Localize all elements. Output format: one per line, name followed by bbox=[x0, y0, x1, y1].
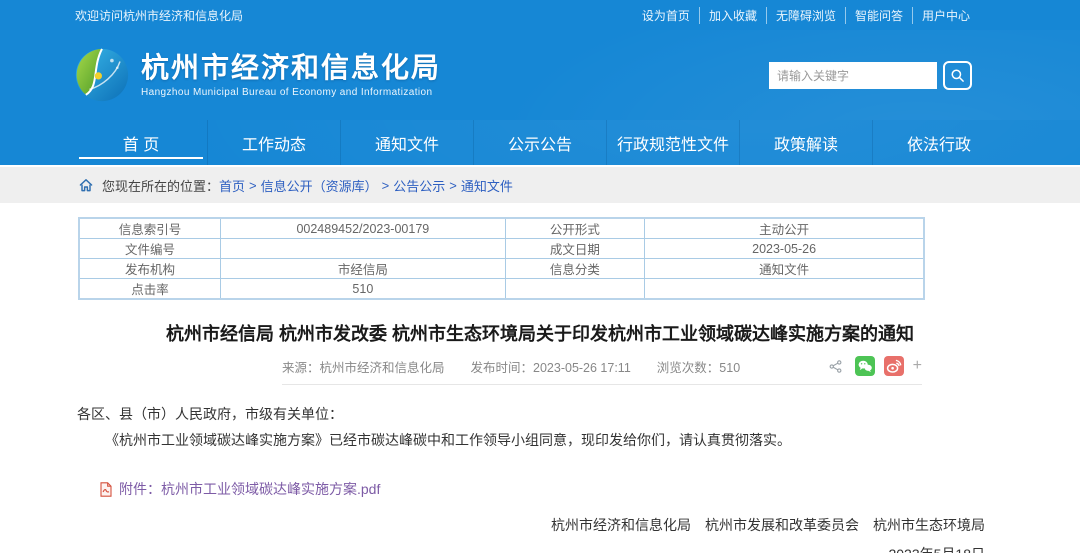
search-button[interactable] bbox=[943, 61, 972, 90]
nav-item-notice-documents[interactable]: 通知文件 bbox=[340, 120, 473, 165]
pdf-file-icon bbox=[99, 482, 113, 497]
article-content: 杭州市经信局 杭州市发改委 杭州市生态环境局关于印发杭州市工业领域碳达峰实施方案… bbox=[0, 320, 1080, 553]
more-share-options-icon[interactable]: + bbox=[913, 358, 922, 374]
article-body: 各区、县（市）人民政府，市级有关单位： 《杭州市工业领域碳达峰实施方案》已经市碳… bbox=[77, 401, 1003, 453]
breadcrumb: 您现在所在的位置： 首页 > 信息公开（资源库） > 公告公示 > 通知文件 bbox=[0, 167, 1080, 203]
info-label-disclosure-form: 公开形式 bbox=[505, 218, 645, 239]
attachment-row: 附件：杭州市工业领域碳达峰实施方案.pdf bbox=[77, 479, 1003, 499]
nav-item-administrative-normative-documents[interactable]: 行政规范性文件 bbox=[606, 120, 739, 165]
article-view-count: 浏览次数：510 bbox=[657, 357, 740, 376]
breadcrumb-prefix: 您现在所在的位置： bbox=[102, 176, 219, 195]
site-brand: 杭州市经济和信息化局 Hangzhou Municipal Bureau of … bbox=[75, 48, 441, 102]
info-label-issue-date: 成文日期 bbox=[505, 239, 645, 259]
link-user-center[interactable]: 用户中心 bbox=[913, 7, 970, 24]
info-value-document-number bbox=[221, 239, 505, 259]
info-label-document-number: 文件编号 bbox=[79, 239, 221, 259]
info-value-index-number: 002489452/2023-00179 bbox=[221, 218, 505, 239]
info-value-issuing-agency: 市经信局 bbox=[221, 259, 505, 279]
info-value-click-rate: 510 bbox=[221, 279, 505, 300]
table-row: 信息索引号 002489452/2023-00179 公开形式 主动公开 bbox=[79, 218, 924, 239]
brand-text: 杭州市经济和信息化局 Hangzhou Municipal Bureau of … bbox=[141, 52, 441, 97]
breadcrumb-separator: > bbox=[382, 178, 390, 193]
nav-item-public-announcements[interactable]: 公示公告 bbox=[473, 120, 606, 165]
breadcrumb-link-home[interactable]: 首页 bbox=[219, 176, 245, 195]
search-input[interactable] bbox=[769, 62, 937, 89]
info-label-empty bbox=[505, 279, 645, 300]
top-utility-bar: 欢迎访问杭州市经济和信息化局 设为首页 加入收藏 无障碍浏览 智能问答 用户中心 bbox=[0, 0, 1080, 30]
table-row: 发布机构 市经信局 信息分类 通知文件 bbox=[79, 259, 924, 279]
table-row: 点击率 510 bbox=[79, 279, 924, 300]
share-buttons: + bbox=[826, 356, 922, 376]
breadcrumb-separator: > bbox=[249, 178, 257, 193]
breadcrumb-link-notice-documents[interactable]: 通知文件 bbox=[461, 176, 513, 195]
article-title: 杭州市经信局 杭州市发改委 杭州市生态环境局关于印发杭州市工业领域碳达峰实施方案… bbox=[77, 320, 1003, 346]
info-value-info-category: 通知文件 bbox=[645, 259, 924, 279]
info-value-issue-date: 2023-05-26 bbox=[645, 239, 924, 259]
article-paragraph: 《杭州市工业领域碳达峰实施方案》已经市碳达峰碳中和工作领导小组同意，现印发给你们… bbox=[77, 427, 1003, 453]
masthead: 杭州市经济和信息化局 Hangzhou Municipal Bureau of … bbox=[0, 30, 1080, 120]
breadcrumb-link-info-disclosure[interactable]: 信息公开（资源库） bbox=[261, 176, 378, 195]
info-label-info-category: 信息分类 bbox=[505, 259, 645, 279]
attachment-link[interactable]: 附件：杭州市工业领域碳达峰实施方案.pdf bbox=[119, 479, 380, 499]
nav-item-home[interactable]: 首 页 bbox=[75, 120, 207, 165]
article-salutation: 各区、县（市）人民政府，市级有关单位： bbox=[77, 401, 1003, 427]
link-smart-qa[interactable]: 智能问答 bbox=[846, 7, 913, 24]
info-value-disclosure-form: 主动公开 bbox=[645, 218, 924, 239]
nav-item-administration-by-law[interactable]: 依法行政 bbox=[872, 120, 1005, 165]
link-add-favorite[interactable]: 加入收藏 bbox=[700, 7, 767, 24]
search-box bbox=[769, 61, 972, 90]
document-date: 2023年5月18日 bbox=[77, 544, 1003, 553]
breadcrumb-link-announcements[interactable]: 公告公示 bbox=[393, 176, 445, 195]
search-icon bbox=[950, 68, 965, 83]
welcome-text: 欢迎访问杭州市经济和信息化局 bbox=[75, 7, 243, 24]
article-source: 来源：杭州市经济和信息化局 bbox=[282, 357, 445, 376]
site-title: 杭州市经济和信息化局 bbox=[141, 52, 441, 84]
signing-agencies: 杭州市经济和信息化局 杭州市发展和改革委员会 杭州市生态环境局 bbox=[77, 515, 1003, 535]
weibo-share-icon[interactable] bbox=[884, 356, 904, 376]
nav-item-policy-interpretation[interactable]: 政策解读 bbox=[739, 120, 872, 165]
document-info-table: 信息索引号 002489452/2023-00179 公开形式 主动公开 文件编… bbox=[78, 217, 925, 300]
main-nav: 首 页 工作动态 通知文件 公示公告 行政规范性文件 政策解读 依法行政 bbox=[0, 120, 1080, 165]
home-icon bbox=[78, 177, 94, 193]
article-meta-texts: 来源：杭州市经济和信息化局 发布时间：2023-05-26 17:11 浏览次数… bbox=[282, 357, 740, 376]
site-title-english: Hangzhou Municipal Bureau of Economy and… bbox=[141, 87, 441, 98]
wechat-share-icon[interactable] bbox=[855, 356, 875, 376]
bureau-logo-icon bbox=[75, 48, 129, 102]
nav-item-work-news[interactable]: 工作动态 bbox=[207, 120, 340, 165]
info-label-click-rate: 点击率 bbox=[79, 279, 221, 300]
breadcrumb-separator: > bbox=[449, 178, 457, 193]
link-set-homepage[interactable]: 设为首页 bbox=[633, 7, 700, 24]
info-label-index-number: 信息索引号 bbox=[79, 218, 221, 239]
utility-links: 设为首页 加入收藏 无障碍浏览 智能问答 用户中心 bbox=[633, 7, 970, 24]
info-value-empty bbox=[645, 279, 924, 300]
table-row: 文件编号 成文日期 2023-05-26 bbox=[79, 239, 924, 259]
info-label-issuing-agency: 发布机构 bbox=[79, 259, 221, 279]
link-accessibility[interactable]: 无障碍浏览 bbox=[767, 7, 846, 24]
article-publish-time: 发布时间：2023-05-26 17:11 bbox=[471, 357, 631, 376]
article-meta-bar: 来源：杭州市经济和信息化局 发布时间：2023-05-26 17:11 浏览次数… bbox=[282, 356, 922, 385]
share-icon[interactable] bbox=[826, 356, 846, 376]
